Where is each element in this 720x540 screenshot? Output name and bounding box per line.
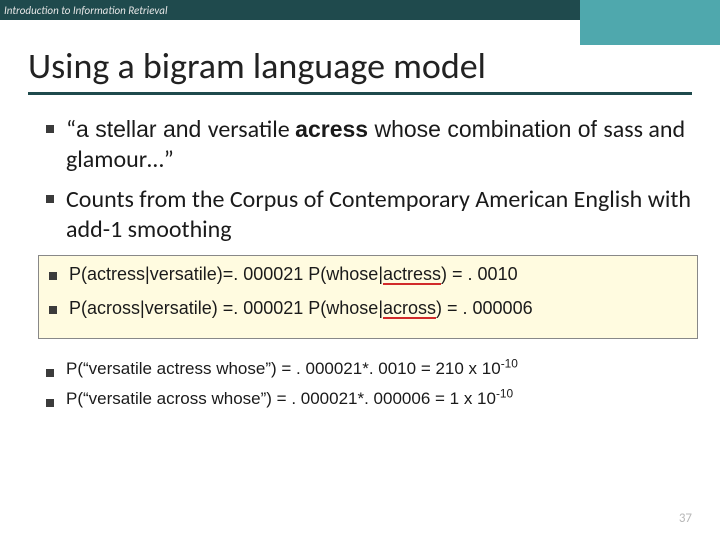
bullet-quote: “a stellar and versatile acress whose co… — [44, 115, 698, 175]
page-number: 37 — [679, 511, 692, 526]
p4-exp: -10 — [496, 387, 513, 401]
header-label: Introduction to Information Retrieval — [4, 4, 167, 17]
quote-t2: versatile — [208, 115, 295, 144]
p4-a: P(“versatile across whose”) = . 000021*.… — [66, 389, 496, 408]
p1-a: P(actress|versatile)=. 000021 P(whose| — [69, 264, 383, 284]
corpus-text: Counts from the Corpus of Contemporary A… — [66, 185, 691, 244]
p3-a: P(“versatile actress whose”) = . 000021*… — [66, 359, 501, 378]
bullet-p1: P(actress|versatile)=. 000021 P(whose|ac… — [47, 262, 689, 286]
bullet-p2: P(across|versatile) =. 000021 P(whose|ac… — [47, 296, 689, 320]
accent-block — [580, 0, 720, 45]
slide-title: Using a bigram language model — [28, 48, 692, 90]
highlight-box: P(actress|versatile)=. 000021 P(whose|ac… — [38, 255, 698, 340]
bullet-p4: P(“versatile across whose”) = . 000021*.… — [44, 389, 698, 409]
p2-b: ) = . 000006 — [436, 298, 533, 318]
quote-t1: a stellar and — [76, 116, 208, 142]
p3-exp: -10 — [501, 357, 518, 371]
bullet-p3: P(“versatile actress whose”) = . 000021*… — [44, 359, 698, 379]
title-rule — [28, 92, 692, 95]
p1-underline: actress — [383, 264, 441, 284]
close-quote: ” — [164, 145, 174, 174]
p1-b: ) = . 0010 — [441, 264, 518, 284]
p2-a: P(across|versatile) =. 000021 P(whose| — [69, 298, 383, 318]
p2-underline: across — [383, 298, 436, 318]
quote-bold: acress — [295, 116, 368, 142]
bullet-corpus: Counts from the Corpus of Contemporary A… — [44, 185, 698, 245]
title-area: Using a bigram language model — [28, 48, 692, 95]
slide-content: “a stellar and versatile acress whose co… — [44, 115, 698, 410]
open-quote: “ — [66, 115, 76, 144]
quote-t3: whose combination of — [368, 116, 603, 142]
